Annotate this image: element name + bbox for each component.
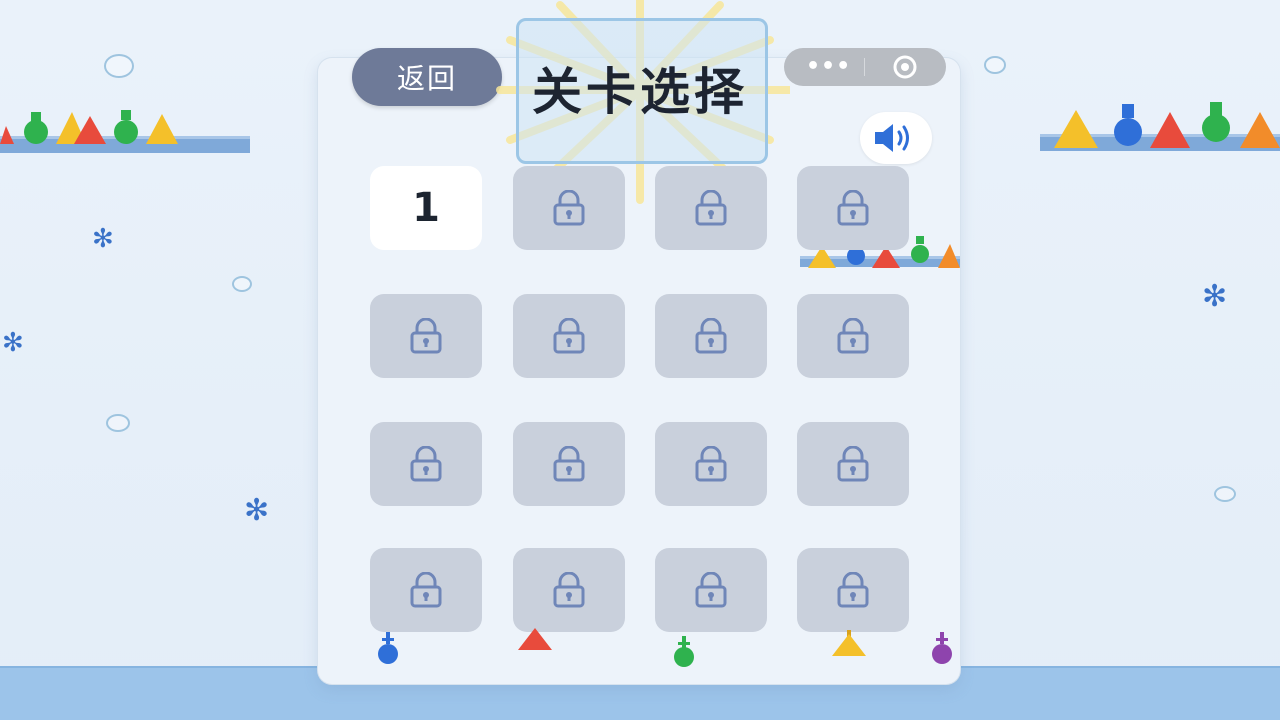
level-tile-locked[interactable] bbox=[370, 294, 482, 378]
lock-icon bbox=[695, 190, 727, 226]
level-tile-locked[interactable] bbox=[513, 548, 625, 632]
level-tile-locked[interactable] bbox=[655, 294, 767, 378]
lock-icon bbox=[410, 318, 442, 354]
lock-icon bbox=[553, 318, 585, 354]
sound-button[interactable] bbox=[860, 112, 932, 164]
back-button[interactable]: 返回 bbox=[352, 48, 502, 106]
bubble bbox=[106, 414, 130, 432]
level-tile-locked[interactable] bbox=[655, 422, 767, 506]
bottle-red bbox=[518, 628, 552, 650]
snowflake-icon: ✻ bbox=[244, 493, 270, 528]
bubble bbox=[984, 56, 1006, 74]
mini-program-capsule: ••• bbox=[784, 48, 946, 86]
bottle-group-left bbox=[0, 110, 178, 144]
level-tile-locked[interactable] bbox=[513, 294, 625, 378]
bubble bbox=[232, 276, 252, 292]
level-tile-locked[interactable] bbox=[513, 166, 625, 250]
lock-icon bbox=[553, 572, 585, 608]
snowflake-icon: ✻ bbox=[2, 328, 24, 358]
level-tile-locked[interactable] bbox=[655, 166, 767, 250]
level-tile-locked[interactable] bbox=[370, 548, 482, 632]
level-tile-locked[interactable] bbox=[797, 422, 909, 506]
lock-icon bbox=[837, 318, 869, 354]
bubble bbox=[1214, 486, 1236, 502]
level-tile-locked[interactable] bbox=[513, 422, 625, 506]
snowflake-icon: ✻ bbox=[92, 224, 114, 254]
lock-icon bbox=[837, 572, 869, 608]
bubble bbox=[104, 54, 134, 78]
bottle-green bbox=[674, 636, 694, 667]
more-dots-icon[interactable]: ••• bbox=[806, 54, 851, 79]
lock-icon bbox=[695, 446, 727, 482]
speaker-on-icon bbox=[875, 124, 909, 152]
lock-icon bbox=[695, 572, 727, 608]
snowflake-icon: ✻ bbox=[1202, 279, 1228, 314]
page-title: 关卡选择 bbox=[532, 63, 748, 121]
lock-icon bbox=[837, 446, 869, 482]
bottle-group-right bbox=[1054, 102, 1280, 148]
level-tile[interactable]: 1 bbox=[370, 166, 482, 250]
target-circle-icon[interactable] bbox=[892, 54, 918, 80]
bottle-yellow bbox=[832, 630, 866, 656]
lock-icon bbox=[695, 318, 727, 354]
bottle-purple bbox=[932, 632, 952, 664]
bottle-blue bbox=[378, 632, 398, 664]
level-tile-locked[interactable] bbox=[797, 294, 909, 378]
capsule-divider bbox=[864, 58, 865, 76]
lock-icon bbox=[553, 190, 585, 226]
lock-icon bbox=[553, 446, 585, 482]
level-tile-locked[interactable] bbox=[797, 548, 909, 632]
lock-icon bbox=[410, 572, 442, 608]
level-tile-locked[interactable] bbox=[370, 422, 482, 506]
lock-icon bbox=[410, 446, 442, 482]
lock-icon bbox=[837, 190, 869, 226]
level-number: 1 bbox=[412, 185, 440, 231]
level-tile-locked[interactable] bbox=[797, 166, 909, 250]
level-tile-locked[interactable] bbox=[655, 548, 767, 632]
